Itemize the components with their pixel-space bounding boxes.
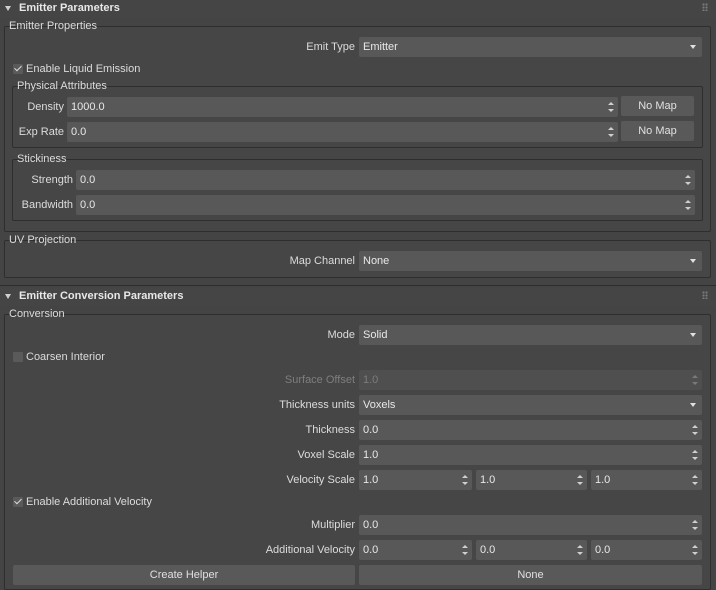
thickness-units-dropdown[interactable]: Voxels [359, 395, 702, 415]
drag-grip-icon[interactable] [702, 291, 708, 299]
bandwidth-spinner[interactable]: 0.0 [76, 195, 695, 215]
velocity-scale-z-spinner[interactable]: 1.0 [591, 470, 702, 490]
rollout-separator [0, 285, 716, 286]
velocity-scale-x-value: 1.0 [363, 474, 379, 486]
voxel-scale-label: Voxel Scale [297, 449, 355, 461]
map-channel-dropdown[interactable]: None [359, 251, 702, 271]
spinner-arrows-icon[interactable] [692, 450, 698, 460]
surface-offset-spinner: 1.0 [359, 370, 702, 390]
thickness-spinner[interactable]: 0.0 [359, 420, 702, 440]
spinner-arrows-icon[interactable] [608, 102, 614, 112]
additional-velocity-z-value: 0.0 [595, 544, 611, 556]
emit-type-value: Emitter [363, 41, 398, 53]
additional-velocity-x-value: 0.0 [363, 544, 379, 556]
group-title: UV Projection [9, 234, 77, 246]
density-value: 1000.0 [71, 101, 105, 113]
velocity-scale-y-spinner[interactable]: 1.0 [476, 470, 587, 490]
voxel-scale-spinner[interactable]: 1.0 [359, 445, 702, 465]
spinner-arrows-icon[interactable] [577, 475, 583, 485]
map-channel-value: None [363, 255, 390, 267]
mode-value: Solid [363, 329, 388, 341]
spinner-arrows-icon[interactable] [692, 475, 698, 485]
multiplier-label: Multiplier [310, 519, 355, 531]
chevron-down-icon [690, 333, 696, 337]
spinner-arrows-icon[interactable] [692, 425, 698, 435]
additional-velocity-label: Additional Velocity [265, 544, 355, 556]
map-channel-label: Map Channel [289, 255, 355, 267]
surface-offset-label: Surface Offset [284, 374, 355, 386]
additional-velocity-z-spinner[interactable]: 0.0 [591, 540, 702, 560]
spinner-arrows-icon[interactable] [577, 545, 583, 555]
density-map-button[interactable]: No Map [621, 96, 694, 116]
exp-rate-label: Exp Rate [18, 126, 64, 138]
spinner-arrows-icon[interactable] [685, 200, 691, 210]
group-title: Emitter Properties [9, 20, 98, 32]
thickness-units-label: Thickness units [279, 399, 355, 411]
emit-type-label: Emit Type [306, 41, 355, 53]
surface-offset-value: 1.0 [363, 374, 379, 386]
strength-spinner[interactable]: 0.0 [76, 170, 695, 190]
spinner-arrows-icon[interactable] [692, 545, 698, 555]
chevron-down-icon [690, 403, 696, 407]
additional-velocity-y-value: 0.0 [480, 544, 496, 556]
chevron-down-icon [690, 45, 696, 49]
strength-label: Strength [31, 174, 73, 186]
coarsen-interior-label: Coarsen Interior [26, 351, 105, 363]
enable-liquid-emission-checkbox[interactable] [13, 64, 23, 74]
thickness-units-value: Voxels [363, 399, 396, 411]
velocity-scale-z-value: 1.0 [595, 474, 611, 486]
create-helper-button[interactable]: Create Helper [13, 565, 355, 585]
strength-value: 0.0 [80, 174, 96, 186]
multiplier-value: 0.0 [363, 519, 379, 531]
spinner-arrows-icon[interactable] [685, 175, 691, 185]
group-title: Stickiness [17, 153, 67, 165]
velocity-scale-y-value: 1.0 [480, 474, 496, 486]
enable-additional-velocity-checkbox[interactable] [13, 497, 23, 507]
rollout-title: Emitter Parameters [19, 2, 120, 14]
collapse-arrow-icon [5, 294, 11, 299]
exp-rate-value: 0.0 [71, 126, 87, 138]
rollout-title: Emitter Conversion Parameters [19, 290, 184, 302]
velocity-scale-x-spinner[interactable]: 1.0 [359, 470, 472, 490]
voxel-scale-value: 1.0 [363, 449, 379, 461]
group-title: Physical Attributes [17, 80, 107, 92]
conversion-parameters-header[interactable]: Emitter Conversion Parameters [0, 288, 716, 306]
mode-dropdown[interactable]: Solid [359, 325, 702, 345]
emitter-parameters-header[interactable]: Emitter Parameters [0, 0, 716, 18]
coarsen-interior-checkbox[interactable] [13, 352, 23, 362]
spinner-arrows-icon [692, 375, 698, 385]
helper-pick-button[interactable]: None [359, 565, 702, 585]
enable-liquid-emission-label: Enable Liquid Emission [26, 63, 141, 75]
bandwidth-label: Bandwidth [21, 199, 73, 211]
spinner-arrows-icon[interactable] [462, 545, 468, 555]
exp-rate-spinner[interactable]: 0.0 [67, 122, 618, 142]
density-spinner[interactable]: 1000.0 [67, 97, 618, 117]
density-label: Density [27, 101, 64, 113]
thickness-label: Thickness [305, 424, 355, 436]
spinner-arrows-icon[interactable] [692, 520, 698, 530]
chevron-down-icon [690, 259, 696, 263]
emit-type-dropdown[interactable]: Emitter [359, 37, 702, 57]
drag-grip-icon[interactable] [702, 3, 708, 11]
mode-label: Mode [327, 329, 355, 341]
velocity-scale-label: Velocity Scale [286, 474, 355, 486]
spinner-arrows-icon[interactable] [608, 127, 614, 137]
bandwidth-value: 0.0 [80, 199, 96, 211]
multiplier-spinner[interactable]: 0.0 [359, 515, 702, 535]
spinner-arrows-icon[interactable] [462, 475, 468, 485]
collapse-arrow-icon [5, 6, 11, 11]
additional-velocity-y-spinner[interactable]: 0.0 [476, 540, 587, 560]
enable-additional-velocity-label: Enable Additional Velocity [26, 496, 152, 508]
group-title: Conversion [9, 308, 65, 320]
exp-rate-map-button[interactable]: No Map [621, 121, 694, 141]
additional-velocity-x-spinner[interactable]: 0.0 [359, 540, 472, 560]
thickness-value: 0.0 [363, 424, 379, 436]
